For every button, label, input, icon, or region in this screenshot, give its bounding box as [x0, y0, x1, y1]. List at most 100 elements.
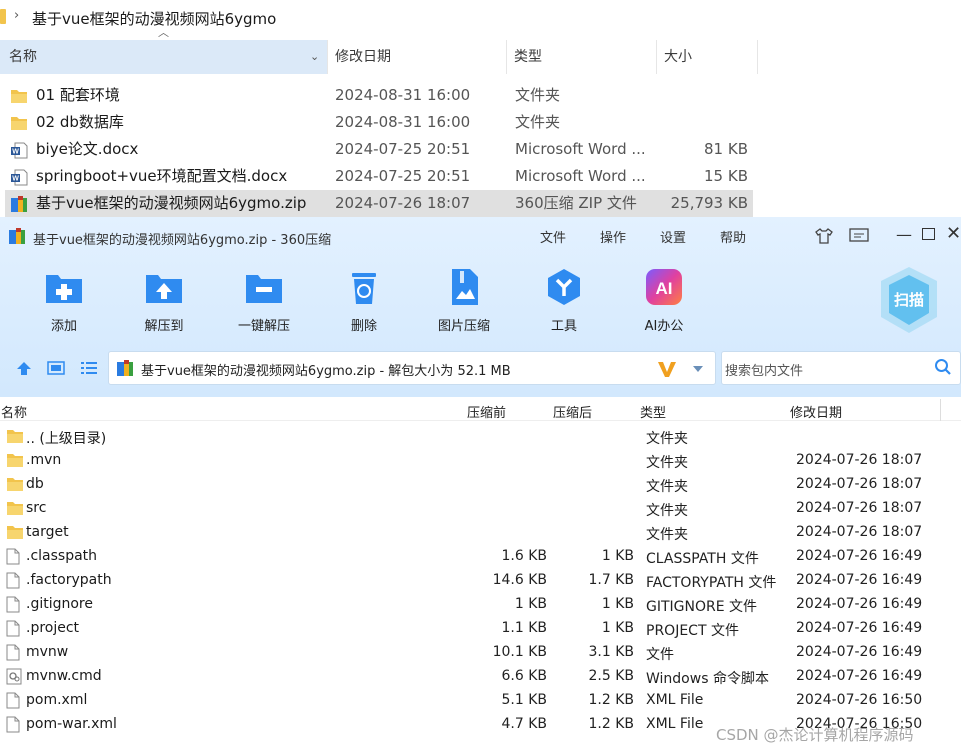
column-header-type[interactable]: 类型 [507, 40, 657, 74]
scan-button[interactable]: 扫描 [877, 265, 941, 335]
file-type: 360压缩 ZIP 文件 [515, 194, 637, 212]
one-click-extract-button[interactable]: 一键解压 [224, 267, 304, 339]
menu-settings[interactable]: 设置 [660, 227, 686, 246]
skin-shirt-icon[interactable] [814, 227, 834, 245]
zip-archive-icon [10, 195, 28, 212]
tools-button[interactable]: 工具 [524, 267, 604, 339]
file-name: springboot+vue环境配置文档.docx [36, 167, 288, 185]
breadcrumb-folder-name[interactable]: 基于vue框架的动漫视频网站6ygmo [32, 8, 276, 29]
search-icon[interactable] [934, 358, 952, 376]
file-compressed-size: 1 KB [601, 548, 634, 564]
folder-icon [6, 500, 23, 517]
file-name: target [26, 524, 69, 540]
file-type: XML File [646, 692, 704, 708]
file-name: .classpath [26, 548, 98, 564]
file-name: pom-war.xml [26, 716, 117, 732]
file-type: 文件夹 [646, 527, 688, 543]
dropdown-arrow-icon[interactable] [692, 365, 704, 373]
explorer-file-row[interactable]: 基于vue框架的动漫视频网站6ygmo.zip 2024-07-26 18:07 3… [5, 190, 753, 217]
ai-office-button[interactable]: AI AI办公 [624, 267, 704, 339]
file-name: .gitignore [26, 596, 93, 612]
archive-file-row[interactable]: db 文件夹 2024-07-26 18:07 [0, 473, 961, 497]
zip-archive-icon [117, 360, 133, 376]
file-modified: 2024-07-26 16:49 [796, 644, 923, 660]
file-compressed-size: 1.2 KB [588, 716, 635, 732]
archive-file-row[interactable]: .gitignore 1 KB 1 KB GITIGNORE 文件 2024-07-26… [0, 593, 961, 617]
explorer-breadcrumb[interactable]: › 基于vue框架的动漫视频网站6ygmo [0, 0, 961, 36]
column-header-packed[interactable]: 压缩前 [467, 402, 506, 421]
tools-button-label: 工具 [550, 319, 577, 334]
add-button[interactable]: 添加 [24, 267, 104, 339]
chevron-right-icon[interactable]: › [14, 8, 19, 23]
file-compressed-size: 1 KB [601, 596, 634, 612]
file-packed-size: 4.7 KB [501, 716, 548, 732]
column-header-modified[interactable]: 修改日期 [790, 402, 842, 421]
explorer-file-row[interactable]: 01 配套环境 2024-08-31 16:00 文件夹 [0, 82, 758, 109]
archive-file-row[interactable]: target 文件夹 2024-07-26 18:07 [0, 521, 961, 545]
file-name: .. (上级目录) [26, 431, 107, 447]
file-icon [6, 644, 20, 661]
sort-ascending-icon: ︿ [158, 26, 169, 39]
title-bar[interactable]: 基于vue框架的动漫视频网站6ygmo.zip - 360压缩 文件 操作 设置… [0, 217, 961, 255]
file-packed-size: 1.1 KB [501, 620, 548, 636]
archive-file-row[interactable]: .. (上级目录) 文件夹 [0, 425, 961, 449]
column-header-size[interactable]: 大小 [657, 40, 758, 74]
v-logo-icon[interactable] [657, 359, 677, 379]
up-arrow-icon[interactable] [16, 361, 32, 376]
archive-path-field[interactable]: 基于vue框架的动漫视频网站6ygmo.zip - 解包大小为 52.1 MB [108, 351, 716, 385]
close-icon[interactable]: ✕ [946, 223, 961, 244]
add-icon [46, 275, 82, 303]
file-name: pom.xml [26, 692, 88, 708]
archive-file-row[interactable]: .classpath 1.6 KB 1 KB CLASSPATH 文件 2024-07-… [0, 545, 961, 569]
window-title: 基于vue框架的动漫视频网站6ygmo.zip - 360压缩 [33, 233, 332, 248]
file-modified: 2024-07-26 16:49 [796, 572, 923, 588]
archive-file-row[interactable]: mvnw 10.1 KB 3.1 KB 文件 2024-07-26 16:49 [0, 641, 961, 665]
column-header-name[interactable]: 名称 [1, 402, 27, 421]
file-type: Microsoft Word ... [515, 167, 646, 185]
file-name: biye论文.docx [36, 140, 139, 158]
image-compress-button[interactable]: 图片压缩 [424, 267, 504, 339]
archive-path-text: 基于vue框架的动漫视频网站6ygmo.zip - 解包大小为 52.1 MB [141, 364, 511, 379]
chevron-down-icon[interactable]: ⌄ [310, 40, 319, 74]
minimize-icon[interactable]: — [896, 225, 912, 244]
delete-icon [352, 273, 376, 304]
explorer-file-row[interactable]: Wbiye论文.docx 2024-07-25 20:51 Microsoft Wo… [0, 136, 758, 163]
delete-button[interactable]: 删除 [324, 267, 404, 339]
column-header-modified[interactable]: 修改日期 [328, 40, 507, 74]
menu-help[interactable]: 帮助 [720, 227, 746, 246]
image-compress-button-label: 图片压缩 [437, 319, 490, 334]
file-packed-size: 1 KB [514, 596, 547, 612]
file-compressed-size: 1.7 KB [588, 572, 635, 588]
search-input[interactable]: 搜索包内文件 [721, 351, 961, 385]
menu-file[interactable]: 文件 [540, 227, 566, 246]
zip-archive-icon [9, 228, 25, 244]
archive-file-row[interactable]: mvnw.cmd 6.6 KB 2.5 KB Windows 命令脚本 2024-07-… [0, 665, 961, 689]
explorer-file-row[interactable]: 02 db数据库 2024-08-31 16:00 文件夹 [0, 109, 758, 136]
menu-operate[interactable]: 操作 [600, 227, 626, 246]
archive-file-row[interactable]: .factorypath 14.6 KB 1.7 KB FACTORYPATH 文件 2… [0, 569, 961, 593]
explorer-file-row[interactable]: Wspringboot+vue环境配置文档.docx 2024-07-25 20:… [0, 163, 758, 190]
archive-file-row[interactable]: .project 1.1 KB 1 KB PROJECT 文件 2024-07-26 1… [0, 617, 961, 641]
archive-file-row[interactable]: .mvn 文件夹 2024-07-26 18:07 [0, 449, 961, 473]
column-header-name[interactable]: 名称 [0, 40, 328, 74]
list-view-icon[interactable] [80, 361, 98, 375]
extract-to-button[interactable]: 解压到 [124, 267, 204, 339]
file-modified: 2024-08-31 16:00 [335, 86, 471, 104]
feedback-icon[interactable] [849, 228, 869, 244]
file-packed-size: 14.6 KB [492, 572, 547, 588]
maximize-icon[interactable] [922, 228, 935, 240]
scan-label: 扫描 [893, 291, 924, 309]
column-divider[interactable] [940, 399, 941, 421]
archive-file-row[interactable]: pom.xml 5.1 KB 1.2 KB XML File 2024-07-26 16… [0, 689, 961, 713]
cmd-script-icon [6, 668, 22, 685]
file-name: .factorypath [26, 572, 112, 588]
column-header-type[interactable]: 类型 [640, 402, 666, 421]
column-header-compressed[interactable]: 压缩后 [553, 402, 592, 421]
thumbnail-view-icon[interactable] [47, 361, 65, 375]
file-name: db [26, 476, 44, 492]
file-name: mvnw.cmd [26, 668, 102, 684]
address-bar: 基于vue框架的动漫视频网站6ygmo.zip - 解包大小为 52.1 MB … [0, 351, 961, 395]
archive-file-row[interactable]: src 文件夹 2024-07-26 18:07 [0, 497, 961, 521]
file-name: 01 配套环境 [36, 86, 120, 104]
svg-text:W: W [12, 176, 19, 183]
